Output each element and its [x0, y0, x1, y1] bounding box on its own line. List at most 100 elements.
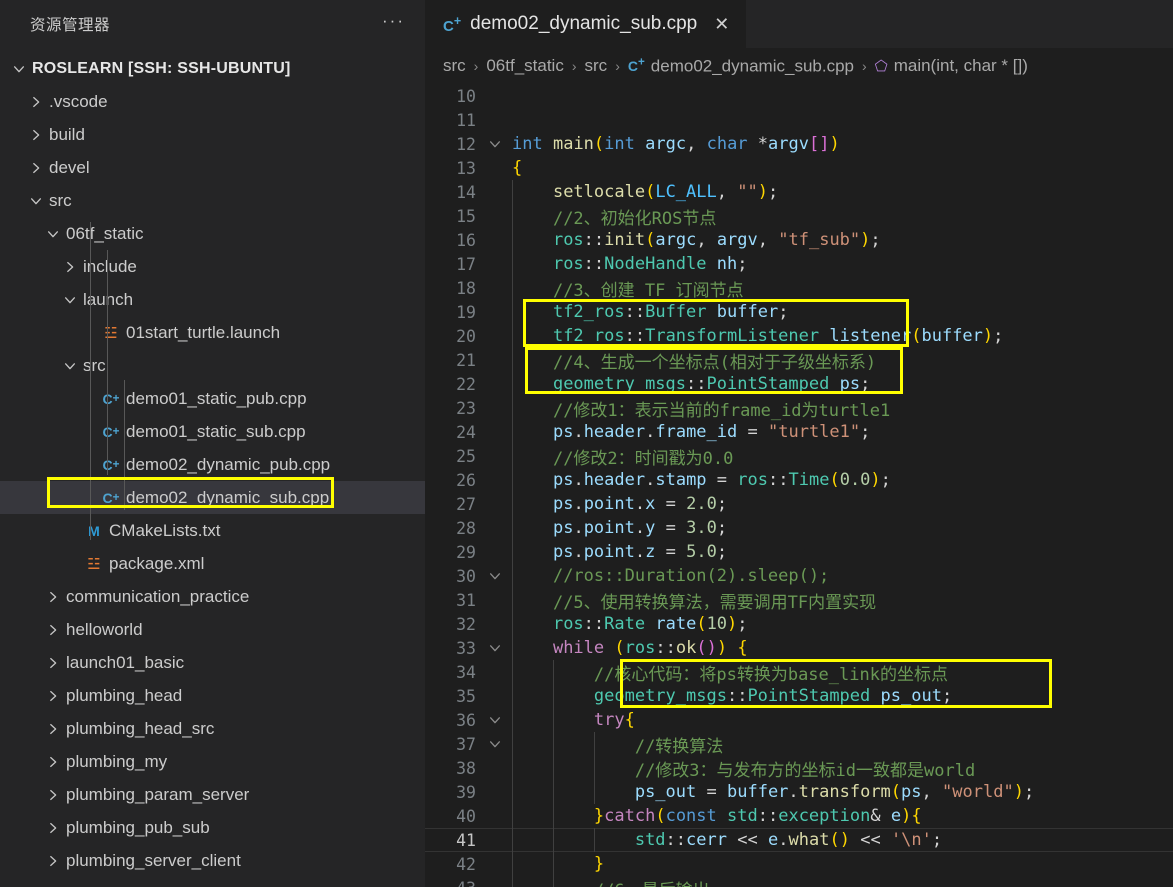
chevron-down-icon[interactable]: [42, 227, 64, 241]
tree-item-cmakelists-txt[interactable]: MCMakeLists.txt: [0, 514, 425, 547]
tree-item-plumbing-head-src[interactable]: plumbing_head_src: [0, 712, 425, 745]
tree-item-src[interactable]: src: [0, 184, 425, 217]
tree-item-launch[interactable]: launch: [0, 283, 425, 316]
breadcrumb-item-3[interactable]: C+ demo02_dynamic_sub.cpp: [628, 56, 854, 77]
code-line-26[interactable]: 26 ps.header.stamp = ros::Time(0.0);: [425, 468, 1173, 492]
code-line-22[interactable]: 22 geometry_msgs::PointStamped ps;: [425, 372, 1173, 396]
chevron-down-icon[interactable]: [8, 62, 30, 76]
tree-item-demo01-static-sub-cpp[interactable]: C+ demo01_static_sub.cpp: [0, 415, 425, 448]
code-line-34[interactable]: 34 //核心代码：将ps转换为base_link的坐标点: [425, 660, 1173, 685]
code-editor[interactable]: 10 11 12 int main(int argc, char *argv[]) 13…: [425, 84, 1173, 887]
tree-item-06tf-static[interactable]: 06tf_static: [0, 217, 425, 250]
tree-item-package-xml[interactable]: ☳ package.xml: [0, 547, 425, 580]
tree-item-communication-practice[interactable]: communication_practice: [0, 580, 425, 613]
code-line-20[interactable]: 20 tf2_ros::TransformListener listener(b…: [425, 324, 1173, 348]
chevron-right-icon[interactable]: [42, 623, 64, 637]
chevron-down-icon[interactable]: [59, 293, 81, 307]
chevron-right-icon[interactable]: [42, 821, 64, 835]
tree-item-cmakelists-txt[interactable]: MCMakeLists.txt: [0, 877, 425, 887]
code-line-38[interactable]: 38 //修改3：与发布方的坐标id一致都是world: [425, 756, 1173, 781]
code-line-17[interactable]: 17 ros::NodeHandle nh;: [425, 252, 1173, 276]
chevron-placeholder-icon: [59, 557, 81, 571]
fold-chevron-down-icon[interactable]: [478, 737, 512, 751]
code-line-18[interactable]: 18 //3、创建 TF 订阅节点: [425, 276, 1173, 301]
breadcrumb-item-2[interactable]: src: [585, 56, 608, 76]
code-indent-guide: [512, 516, 513, 540]
tree-item-01start-turtle-launch[interactable]: ☳ 01start_turtle.launch: [0, 316, 425, 349]
chevron-right-icon[interactable]: [42, 722, 64, 736]
code-line-21[interactable]: 21 //4、生成一个坐标点(相对于子级坐标系): [425, 348, 1173, 373]
close-icon[interactable]: ✕: [711, 15, 732, 33]
code-line-16[interactable]: 16 ros::init(argc, argv, "tf_sub");: [425, 228, 1173, 252]
code-line-19[interactable]: 19 tf2_ros::Buffer buffer;: [425, 300, 1173, 324]
code-indent-guide: [512, 444, 513, 468]
code-line-32[interactable]: 32 ros::Rate rate(10);: [425, 612, 1173, 636]
code-line-30[interactable]: 30 //ros::Duration(2).sleep();: [425, 564, 1173, 588]
fold-chevron-down-icon[interactable]: [478, 713, 512, 727]
code-line-43[interactable]: 43 //6、最后输出: [425, 876, 1173, 887]
tree-item-plumbing-my[interactable]: plumbing_my: [0, 745, 425, 778]
breadcrumb-item-4[interactable]: ⬠ main(int, char * []): [875, 56, 1028, 76]
chevron-right-icon[interactable]: [42, 854, 64, 868]
tree-item-build[interactable]: build: [0, 118, 425, 151]
code-line-10[interactable]: 10: [425, 84, 1173, 108]
code-indent-guide: [512, 708, 513, 732]
code-line-11[interactable]: 11: [425, 108, 1173, 132]
code-line-12[interactable]: 12 int main(int argc, char *argv[]): [425, 132, 1173, 156]
code-line-39[interactable]: 39 ps_out = buffer.transform(ps, "world"…: [425, 780, 1173, 804]
code-line-24[interactable]: 24 ps.header.frame_id = "turtle1";: [425, 420, 1173, 444]
code-line-13[interactable]: 13 {: [425, 156, 1173, 180]
code-line-40[interactable]: 40 }catch(const std::exception& e){: [425, 804, 1173, 828]
chevron-down-icon[interactable]: [25, 194, 47, 208]
tree-item-plumbing-pub-sub[interactable]: plumbing_pub_sub: [0, 811, 425, 844]
tree-item-helloworld[interactable]: helloworld: [0, 613, 425, 646]
code-line-28[interactable]: 28 ps.point.y = 3.0;: [425, 516, 1173, 540]
tree-item-plumbing-param-server[interactable]: plumbing_param_server: [0, 778, 425, 811]
tree-item-label: devel: [49, 157, 90, 177]
code-line-25[interactable]: 25 //修改2：时间戳为0.0: [425, 444, 1173, 469]
code-line-33[interactable]: 33 while (ros::ok()) {: [425, 636, 1173, 660]
line-number: 38: [456, 758, 476, 778]
fold-placeholder-icon: [478, 665, 512, 679]
code-line-41[interactable]: 41 std::cerr << e.what() << '\n';: [425, 828, 1173, 852]
code-line-15[interactable]: 15 //2、初始化ROS节点: [425, 204, 1173, 229]
breadcrumb-item-0[interactable]: src: [443, 56, 466, 76]
tree-item-roslearn-ssh-ssh-ubuntu[interactable]: ROSLEARN [SSH: SSH-UBUNTU]: [0, 52, 425, 85]
chevron-right-icon[interactable]: [59, 260, 81, 274]
code-line-23[interactable]: 23 //修改1：表示当前的frame_id为turtle1: [425, 396, 1173, 421]
code-line-36[interactable]: 36 try{: [425, 708, 1173, 732]
chevron-right-icon[interactable]: [42, 788, 64, 802]
tree-item-vscode[interactable]: .vscode: [0, 85, 425, 118]
chevron-right-icon[interactable]: [25, 128, 47, 142]
chevron-right-icon[interactable]: [42, 656, 64, 670]
tree-item-demo02-dynamic-pub-cpp[interactable]: C+ demo02_dynamic_pub.cpp: [0, 448, 425, 481]
chevron-right-icon[interactable]: [42, 755, 64, 769]
tree-item-demo01-static-pub-cpp[interactable]: C+ demo01_static_pub.cpp: [0, 382, 425, 415]
code-line-35[interactable]: 35 geometry_msgs::PointStamped ps_out;: [425, 684, 1173, 708]
code-line-27[interactable]: 27 ps.point.x = 2.0;: [425, 492, 1173, 516]
code-line-37[interactable]: 37 //转换算法: [425, 732, 1173, 757]
tree-item-launch01-basic[interactable]: launch01_basic: [0, 646, 425, 679]
tree-item-plumbing-server-client[interactable]: plumbing_server_client: [0, 844, 425, 877]
fold-chevron-down-icon[interactable]: [478, 569, 512, 583]
breadcrumb-item-1[interactable]: 06tf_static: [486, 56, 564, 76]
chevron-right-icon[interactable]: [25, 161, 47, 175]
tree-item-label: package.xml: [109, 553, 205, 573]
tree-item-src[interactable]: src: [0, 349, 425, 382]
code-line-31[interactable]: 31 //5、使用转换算法，需要调用TF内置实现: [425, 588, 1173, 613]
chevron-right-icon[interactable]: [25, 95, 47, 109]
tree-item-demo02-dynamic-sub-cpp[interactable]: C + demo02_dynamic_sub.cpp: [0, 481, 425, 514]
code-line-42[interactable]: 42 }: [425, 852, 1173, 876]
fold-chevron-down-icon[interactable]: [478, 137, 512, 151]
chevron-down-icon[interactable]: [59, 359, 81, 373]
tab-demo02-dynamic-sub[interactable]: C+ demo02_dynamic_sub.cpp ✕: [425, 0, 748, 48]
fold-chevron-down-icon[interactable]: [478, 641, 512, 655]
chevron-right-icon[interactable]: [42, 590, 64, 604]
tree-item-plumbing-head[interactable]: plumbing_head: [0, 679, 425, 712]
tree-item-devel[interactable]: devel: [0, 151, 425, 184]
code-line-29[interactable]: 29 ps.point.z = 5.0;: [425, 540, 1173, 564]
chevron-right-icon[interactable]: [42, 689, 64, 703]
code-line-14[interactable]: 14 setlocale(LC_ALL, "");: [425, 180, 1173, 204]
more-actions-icon[interactable]: ···: [376, 12, 411, 33]
tree-item-include[interactable]: include: [0, 250, 425, 283]
